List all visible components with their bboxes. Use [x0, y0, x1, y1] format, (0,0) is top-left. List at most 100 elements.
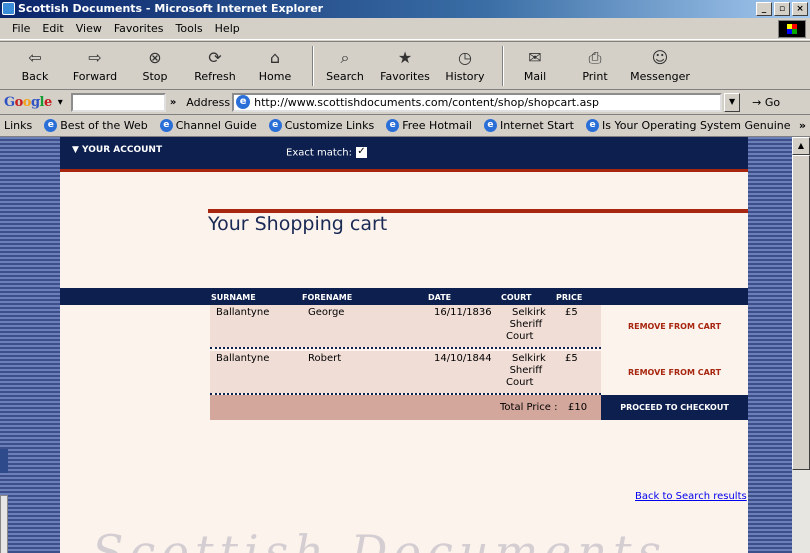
col-price: PRICE	[556, 293, 583, 302]
chevron-more-icon[interactable]: »	[170, 97, 176, 108]
refresh-button[interactable]: ⟳ Refresh	[188, 48, 242, 83]
back-button[interactable]: ⇦ Back	[8, 48, 62, 83]
background-window-fragment	[0, 449, 8, 473]
menu-help[interactable]: Help	[209, 22, 246, 35]
link-channel-guide[interactable]: e Channel Guide	[159, 119, 257, 132]
standard-toolbar: ⇦ Back ⇨ Forward ⊗ Stop ⟳ Refresh ⌂ Home ⌕ Sea…	[0, 41, 810, 90]
address-label: Address	[186, 95, 231, 109]
exact-match-checkbox[interactable]: ✓	[355, 147, 367, 158]
print-button[interactable]: ⎙ Print	[568, 48, 622, 83]
cart-table-header: SURNAME FORENAME DATE COURT PRICE	[60, 288, 748, 305]
cell-surname: Ballantyne	[216, 307, 270, 318]
mail-button[interactable]: ✉ Mail	[508, 48, 562, 83]
site-watermark-logo: Scottish Documents	[92, 525, 668, 553]
address-dropdown-button[interactable]: ▼	[724, 92, 741, 112]
window-title: Scottish Documents - Microsoft Internet …	[18, 2, 324, 15]
left-decorative-strip	[0, 137, 60, 553]
minimize-button[interactable]: _	[756, 2, 772, 16]
go-label: Go	[764, 95, 781, 109]
mail-icon: ✉	[528, 48, 542, 67]
link-genuine-os[interactable]: e Is Your Operating System Genuine	[586, 119, 791, 132]
stop-label: Stop	[142, 70, 168, 83]
cell-court: Selkirk Sheriff Court	[506, 307, 546, 343]
refresh-label: Refresh	[194, 70, 236, 83]
menu-view[interactable]: View	[70, 22, 108, 35]
toolbar-separator	[502, 45, 504, 86]
favorites-label: Favorites	[380, 70, 430, 83]
cell-court: Selkirk Sheriff Court	[506, 353, 546, 389]
history-icon: ◷	[458, 48, 472, 67]
cell-price: £5	[565, 353, 578, 364]
link-label: Channel Guide	[175, 119, 257, 132]
court-line: Selkirk	[512, 353, 546, 364]
menu-bar: File Edit View Favorites Tools Help	[0, 18, 810, 40]
ie-page-icon: e	[483, 119, 497, 132]
refresh-icon: ⟳	[208, 48, 222, 67]
vertical-scrollbar[interactable]: ▲	[792, 137, 810, 553]
background-window-fragment	[0, 495, 8, 553]
address-bar-row: Google ▾ » Address e http://www.scottish…	[0, 90, 810, 115]
remove-from-cart-button[interactable]: REMOVE FROM CART	[601, 351, 748, 393]
right-decorative-strip	[748, 137, 792, 553]
your-account-menu[interactable]: ▼ YOUR ACCOUNT	[72, 145, 162, 155]
back-to-search-link[interactable]: Back to Search results	[635, 491, 747, 502]
link-best-of-web[interactable]: e Best of the Web	[44, 119, 148, 132]
links-label: Links	[4, 119, 33, 132]
print-label: Print	[582, 70, 608, 83]
home-label: Home	[258, 70, 292, 83]
history-label: History	[445, 70, 485, 83]
proceed-to-checkout-button[interactable]: PROCEED TO CHECKOUT	[601, 395, 748, 420]
history-button[interactable]: ◷ History	[438, 48, 492, 83]
home-button[interactable]: ⌂ Home	[248, 48, 302, 83]
court-line: Sheriff	[509, 365, 543, 376]
forward-label: Forward	[72, 70, 118, 83]
address-input[interactable]: e http://www.scottishdocuments.com/conte…	[232, 92, 723, 112]
favorites-icon: ★	[397, 48, 413, 67]
court-line: Court	[506, 331, 534, 342]
menu-file[interactable]: File	[6, 22, 36, 35]
menu-edit[interactable]: Edit	[36, 22, 69, 35]
site-nav-bar: ▼ YOUR ACCOUNT Exact match: ✓	[60, 137, 748, 169]
google-logo[interactable]: Google	[4, 95, 52, 110]
windows-logo-icon	[778, 20, 806, 38]
ie-page-icon: e	[386, 119, 400, 132]
restore-button[interactable]: ▫	[774, 2, 790, 16]
close-button[interactable]: ×	[792, 2, 808, 16]
col-court: COURT	[501, 293, 532, 302]
forward-button[interactable]: ⇨ Forward	[68, 48, 122, 83]
cell-date: 16/11/1836	[434, 307, 492, 318]
table-row: Ballantyne George 16/11/1836 Selkirk Sher…	[210, 305, 601, 347]
ie-page-icon: e	[586, 119, 599, 132]
link-label: Internet Start	[499, 119, 574, 132]
back-label: Back	[21, 70, 49, 83]
messenger-button[interactable]: ☺ Messenger	[628, 48, 692, 83]
ie-page-icon: e	[44, 119, 58, 132]
cell-date: 14/10/1844	[434, 353, 492, 364]
chevron-down-icon[interactable]: ▾	[58, 97, 63, 108]
red-divider	[60, 169, 748, 172]
remove-from-cart-button[interactable]: REMOVE FROM CART	[601, 305, 748, 347]
toolbar-separator	[312, 45, 314, 86]
link-label: Customize Links	[284, 119, 375, 132]
cell-price: £5	[565, 307, 578, 318]
favorites-button[interactable]: ★ Favorites	[378, 48, 432, 83]
search-button[interactable]: ⌕ Search	[318, 48, 372, 83]
cell-forename: George	[308, 307, 345, 318]
menu-tools[interactable]: Tools	[170, 22, 209, 35]
link-internet-start[interactable]: e Internet Start	[483, 119, 574, 132]
link-free-hotmail[interactable]: e Free Hotmail	[386, 119, 472, 132]
exact-match-option: Exact match: ✓	[286, 147, 367, 159]
link-label: Free Hotmail	[402, 119, 472, 132]
link-customize-links[interactable]: e Customize Links	[268, 119, 375, 132]
scroll-up-button[interactable]: ▲	[792, 137, 810, 155]
stop-button[interactable]: ⊗ Stop	[128, 48, 182, 83]
cell-forename: Robert	[308, 353, 342, 364]
go-button[interactable]: → Go	[752, 96, 780, 109]
mail-label: Mail	[523, 70, 547, 83]
address-url: http://www.scottishdocuments.com/content…	[254, 95, 600, 109]
menu-favorites[interactable]: Favorites	[108, 22, 170, 35]
google-search-input[interactable]	[70, 92, 166, 112]
links-more-icon[interactable]: »	[799, 119, 806, 132]
col-forename: FORENAME	[302, 293, 353, 302]
scroll-thumb[interactable]	[792, 155, 810, 470]
